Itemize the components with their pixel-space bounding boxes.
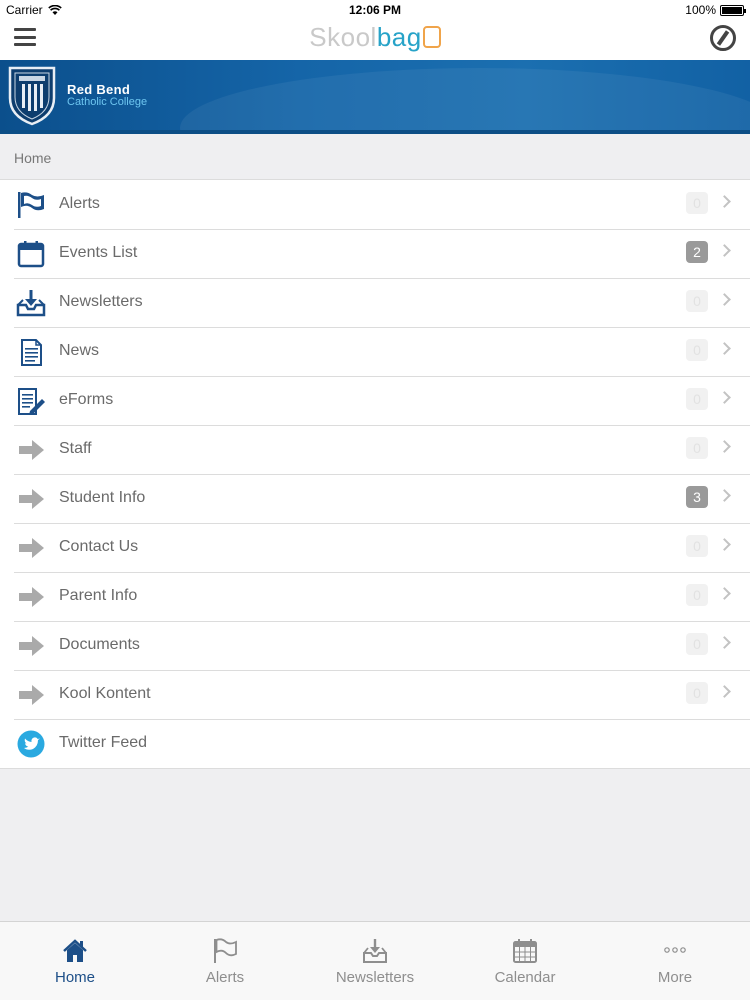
inbox-download-icon [363,939,387,963]
status-right: 100% [685,3,746,17]
arrow-right-icon [19,440,44,460]
menu-item-events-list[interactable]: Events List 2 [0,229,750,278]
menu-item-label: eForms [59,391,114,408]
count-badge: 0 [686,388,708,410]
menu-item-newsletters[interactable]: Newsletters 0 [0,278,750,327]
count-badge: 3 [686,486,708,508]
count-badge: 0 [686,682,708,704]
menu-item-label: Contact Us [59,538,139,555]
school-crest-icon [8,66,56,126]
status-bar: Carrier 12:06 PM 100% [0,0,750,20]
menu-item-kool-kontent[interactable]: Kool Kontent 0 [0,670,750,719]
status-time: 12:06 PM [348,3,402,17]
menu-item-news[interactable]: News 0 [0,327,750,376]
menu-item-label: Newsletters [59,293,143,310]
chevron-right-icon [718,391,731,404]
tab-label: Alerts [205,969,245,986]
count-badge: 0 [686,290,708,312]
app-logo: Skoolbag [0,22,750,53]
count-badge: 0 [686,633,708,655]
menu-item-eforms[interactable]: eForms 0 [0,376,750,425]
count-badge: 0 [686,192,708,214]
chevron-right-icon [718,587,731,600]
menu-item-documents[interactable]: Documents 0 [0,621,750,670]
app-header: Skoolbag [0,20,750,60]
menu-item-twitter-feed[interactable]: Twitter Feed [0,719,750,768]
count-badge: 0 [686,339,708,361]
menu-item-parent-info[interactable]: Parent Info 0 [0,572,750,621]
more-dots-icon [664,947,686,953]
sync-icon[interactable] [710,25,736,51]
chevron-right-icon [718,685,731,698]
document-icon [21,339,42,366]
count-badge: 2 [686,241,708,263]
arrow-right-icon [19,587,44,607]
arrow-right-icon [19,636,44,656]
menu-item-label: Alerts [59,195,100,212]
menu-item-label: Staff [59,440,92,457]
breadcrumb: Home [14,150,52,166]
school-name-subtitle: Catholic College [67,96,148,108]
flag-icon [18,192,44,218]
count-badge: 0 [686,535,708,557]
menu-item-label: Kool Kontent [59,685,151,702]
menu-item-student-info[interactable]: Student Info 3 [0,474,750,523]
menu-item-label: Student Info [59,489,146,506]
battery-icon [720,4,746,16]
school-name: Red Bend [67,82,131,97]
tab-label: Home [54,969,95,986]
inbox-download-icon [16,290,46,317]
tab-label: More [657,969,693,986]
chevron-right-icon [718,538,731,551]
twitter-icon [17,730,45,758]
chevron-right-icon [718,293,731,306]
menu-item-label: Events List [59,244,138,261]
calendar-icon [513,939,537,963]
menu-item-label: News [59,342,100,359]
chevron-right-icon [718,636,731,649]
menu-item-staff[interactable]: Staff 0 [0,425,750,474]
chevron-right-icon [718,440,731,453]
battery-percent: 100% [685,3,716,17]
school-banner: Red Bend Catholic College [0,60,750,134]
tab-label: Calendar [494,969,556,986]
menu-item-label: Parent Info [59,587,138,604]
menu-item-label: Twitter Feed [59,734,148,751]
calendar-icon [17,241,45,268]
tab-home[interactable]: Home [0,922,150,1000]
tab-calendar[interactable]: Calendar [450,922,600,1000]
bag-icon [422,26,441,48]
count-badge: 0 [686,584,708,606]
tab-label: Newsletters [335,969,415,986]
menu-item-label: Documents [59,636,140,653]
chevron-right-icon [718,342,731,355]
tab-bar: Home Alerts Newsletters Calendar More [0,921,750,1000]
chevron-right-icon [718,195,731,208]
tab-alerts[interactable]: Alerts [150,922,300,1000]
tab-more[interactable]: More [600,922,750,1000]
menu-item-contact-us[interactable]: Contact Us 0 [0,523,750,572]
count-badge: 0 [686,437,708,459]
flag-icon [214,938,237,963]
form-edit-icon [18,388,45,415]
arrow-right-icon [19,538,44,558]
chevron-right-icon [718,489,731,502]
tab-newsletters[interactable]: Newsletters [300,922,450,1000]
chevron-right-icon [718,244,731,257]
menu-list: Alerts 0 Events List 2 Newsletters 0 New… [0,179,750,769]
home-icon [63,939,87,962]
arrow-right-icon [19,489,44,509]
arrow-right-icon [19,685,44,705]
menu-item-alerts[interactable]: Alerts 0 [0,180,750,229]
